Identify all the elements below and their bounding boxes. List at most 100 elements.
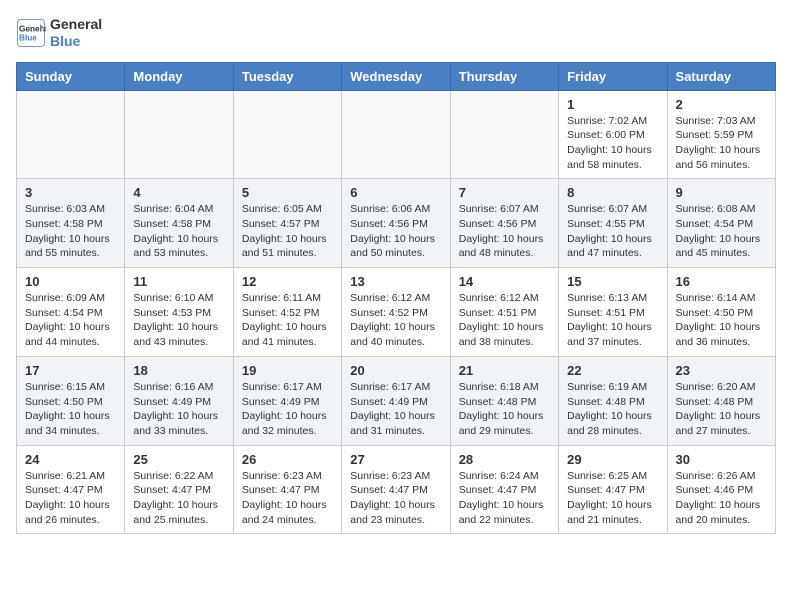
day-info: Sunrise: 6:15 AM Sunset: 4:50 PM Dayligh… xyxy=(25,380,116,439)
day-info: Sunrise: 6:03 AM Sunset: 4:58 PM Dayligh… xyxy=(25,202,116,261)
day-header-sunday: Sunday xyxy=(17,62,125,90)
day-info: Sunrise: 6:04 AM Sunset: 4:58 PM Dayligh… xyxy=(133,202,224,261)
day-info: Sunrise: 7:03 AM Sunset: 5:59 PM Dayligh… xyxy=(676,114,767,173)
day-info: Sunrise: 6:07 AM Sunset: 4:55 PM Dayligh… xyxy=(567,202,658,261)
week-row-2: 3 Sunrise: 6:03 AM Sunset: 4:58 PM Daylig… xyxy=(17,179,776,268)
calendar-cell xyxy=(342,90,450,179)
calendar-cell xyxy=(233,90,341,179)
day-info: Sunrise: 6:09 AM Sunset: 4:54 PM Dayligh… xyxy=(25,291,116,350)
day-header-wednesday: Wednesday xyxy=(342,62,450,90)
calendar-cell: 4 Sunrise: 6:04 AM Sunset: 4:58 PM Daylig… xyxy=(125,179,233,268)
calendar-cell: 13 Sunrise: 6:12 AM Sunset: 4:52 PM Dayli… xyxy=(342,268,450,357)
day-info: Sunrise: 6:23 AM Sunset: 4:47 PM Dayligh… xyxy=(242,469,333,528)
week-row-4: 17 Sunrise: 6:15 AM Sunset: 4:50 PM Dayli… xyxy=(17,356,776,445)
day-number: 19 xyxy=(242,363,333,378)
day-header-thursday: Thursday xyxy=(450,62,558,90)
calendar-cell: 25 Sunrise: 6:22 AM Sunset: 4:47 PM Dayli… xyxy=(125,445,233,534)
day-number: 6 xyxy=(350,185,441,200)
calendar-header-row: SundayMondayTuesdayWednesdayThursdayFrid… xyxy=(17,62,776,90)
day-info: Sunrise: 6:21 AM Sunset: 4:47 PM Dayligh… xyxy=(25,469,116,528)
day-header-friday: Friday xyxy=(559,62,667,90)
day-info: Sunrise: 6:11 AM Sunset: 4:52 PM Dayligh… xyxy=(242,291,333,350)
calendar-cell: 3 Sunrise: 6:03 AM Sunset: 4:58 PM Daylig… xyxy=(17,179,125,268)
calendar-cell: 9 Sunrise: 6:08 AM Sunset: 4:54 PM Daylig… xyxy=(667,179,775,268)
day-info: Sunrise: 6:07 AM Sunset: 4:56 PM Dayligh… xyxy=(459,202,550,261)
day-info: Sunrise: 6:25 AM Sunset: 4:47 PM Dayligh… xyxy=(567,469,658,528)
day-number: 22 xyxy=(567,363,658,378)
day-header-monday: Monday xyxy=(125,62,233,90)
day-header-tuesday: Tuesday xyxy=(233,62,341,90)
day-info: Sunrise: 6:13 AM Sunset: 4:51 PM Dayligh… xyxy=(567,291,658,350)
day-number: 14 xyxy=(459,274,550,289)
day-info: Sunrise: 6:18 AM Sunset: 4:48 PM Dayligh… xyxy=(459,380,550,439)
day-number: 21 xyxy=(459,363,550,378)
logo-blue-text: Blue xyxy=(50,33,102,50)
day-number: 12 xyxy=(242,274,333,289)
day-info: Sunrise: 6:16 AM Sunset: 4:49 PM Dayligh… xyxy=(133,380,224,439)
day-number: 10 xyxy=(25,274,116,289)
calendar-cell: 12 Sunrise: 6:11 AM Sunset: 4:52 PM Dayli… xyxy=(233,268,341,357)
day-number: 26 xyxy=(242,452,333,467)
day-number: 28 xyxy=(459,452,550,467)
week-row-5: 24 Sunrise: 6:21 AM Sunset: 4:47 PM Dayli… xyxy=(17,445,776,534)
day-info: Sunrise: 6:19 AM Sunset: 4:48 PM Dayligh… xyxy=(567,380,658,439)
day-number: 4 xyxy=(133,185,224,200)
calendar-cell: 15 Sunrise: 6:13 AM Sunset: 4:51 PM Dayli… xyxy=(559,268,667,357)
svg-text:Blue: Blue xyxy=(19,33,37,42)
logo-icon: General Blue xyxy=(16,18,46,48)
day-number: 11 xyxy=(133,274,224,289)
day-number: 8 xyxy=(567,185,658,200)
calendar-cell: 10 Sunrise: 6:09 AM Sunset: 4:54 PM Dayli… xyxy=(17,268,125,357)
day-info: Sunrise: 6:08 AM Sunset: 4:54 PM Dayligh… xyxy=(676,202,767,261)
day-info: Sunrise: 6:17 AM Sunset: 4:49 PM Dayligh… xyxy=(350,380,441,439)
day-info: Sunrise: 6:06 AM Sunset: 4:56 PM Dayligh… xyxy=(350,202,441,261)
calendar-cell: 28 Sunrise: 6:24 AM Sunset: 4:47 PM Dayli… xyxy=(450,445,558,534)
day-number: 13 xyxy=(350,274,441,289)
calendar-cell: 6 Sunrise: 6:06 AM Sunset: 4:56 PM Daylig… xyxy=(342,179,450,268)
logo: General Blue General Blue xyxy=(16,16,102,50)
svg-text:General: General xyxy=(19,24,46,33)
day-header-saturday: Saturday xyxy=(667,62,775,90)
day-info: Sunrise: 6:14 AM Sunset: 4:50 PM Dayligh… xyxy=(676,291,767,350)
day-info: Sunrise: 6:17 AM Sunset: 4:49 PM Dayligh… xyxy=(242,380,333,439)
calendar-cell: 5 Sunrise: 6:05 AM Sunset: 4:57 PM Daylig… xyxy=(233,179,341,268)
day-number: 25 xyxy=(133,452,224,467)
calendar-cell: 20Sunrise: 6:17 AM Sunset: 4:49 PM Dayli… xyxy=(342,356,450,445)
day-number: 9 xyxy=(676,185,767,200)
day-number: 7 xyxy=(459,185,550,200)
day-info: Sunrise: 6:22 AM Sunset: 4:47 PM Dayligh… xyxy=(133,469,224,528)
day-info: Sunrise: 6:24 AM Sunset: 4:47 PM Dayligh… xyxy=(459,469,550,528)
day-info: Sunrise: 6:20 AM Sunset: 4:48 PM Dayligh… xyxy=(676,380,767,439)
day-number: 24 xyxy=(25,452,116,467)
calendar-cell: 29 Sunrise: 6:25 AM Sunset: 4:47 PM Dayli… xyxy=(559,445,667,534)
calendar-cell: 24 Sunrise: 6:21 AM Sunset: 4:47 PM Dayli… xyxy=(17,445,125,534)
day-number: 23 xyxy=(676,363,767,378)
calendar-cell xyxy=(17,90,125,179)
day-number: 5 xyxy=(242,185,333,200)
day-number: 3 xyxy=(25,185,116,200)
calendar-cell: 8 Sunrise: 6:07 AM Sunset: 4:55 PM Daylig… xyxy=(559,179,667,268)
calendar-cell: 14Sunrise: 6:12 AM Sunset: 4:51 PM Dayli… xyxy=(450,268,558,357)
calendar-cell: 18Sunrise: 6:16 AM Sunset: 4:49 PM Dayli… xyxy=(125,356,233,445)
calendar-cell: 26 Sunrise: 6:23 AM Sunset: 4:47 PM Dayli… xyxy=(233,445,341,534)
calendar-cell: 11Sunrise: 6:10 AM Sunset: 4:53 PM Dayli… xyxy=(125,268,233,357)
day-info: Sunrise: 6:05 AM Sunset: 4:57 PM Dayligh… xyxy=(242,202,333,261)
day-info: Sunrise: 6:26 AM Sunset: 4:46 PM Dayligh… xyxy=(676,469,767,528)
day-number: 1 xyxy=(567,97,658,112)
day-number: 2 xyxy=(676,97,767,112)
day-info: Sunrise: 6:23 AM Sunset: 4:47 PM Dayligh… xyxy=(350,469,441,528)
day-number: 29 xyxy=(567,452,658,467)
day-info: Sunrise: 7:02 AM Sunset: 6:00 PM Dayligh… xyxy=(567,114,658,173)
calendar-cell xyxy=(125,90,233,179)
day-info: Sunrise: 6:12 AM Sunset: 4:52 PM Dayligh… xyxy=(350,291,441,350)
week-row-1: 1 Sunrise: 7:02 AM Sunset: 6:00 PM Daylig… xyxy=(17,90,776,179)
calendar-cell xyxy=(450,90,558,179)
calendar-cell: 30Sunrise: 6:26 AM Sunset: 4:46 PM Dayli… xyxy=(667,445,775,534)
day-number: 15 xyxy=(567,274,658,289)
logo-general-text: General xyxy=(50,16,102,33)
week-row-3: 10 Sunrise: 6:09 AM Sunset: 4:54 PM Dayli… xyxy=(17,268,776,357)
day-number: 27 xyxy=(350,452,441,467)
calendar-cell: 27 Sunrise: 6:23 AM Sunset: 4:47 PM Dayli… xyxy=(342,445,450,534)
day-number: 17 xyxy=(25,363,116,378)
calendar-cell: 1 Sunrise: 7:02 AM Sunset: 6:00 PM Daylig… xyxy=(559,90,667,179)
